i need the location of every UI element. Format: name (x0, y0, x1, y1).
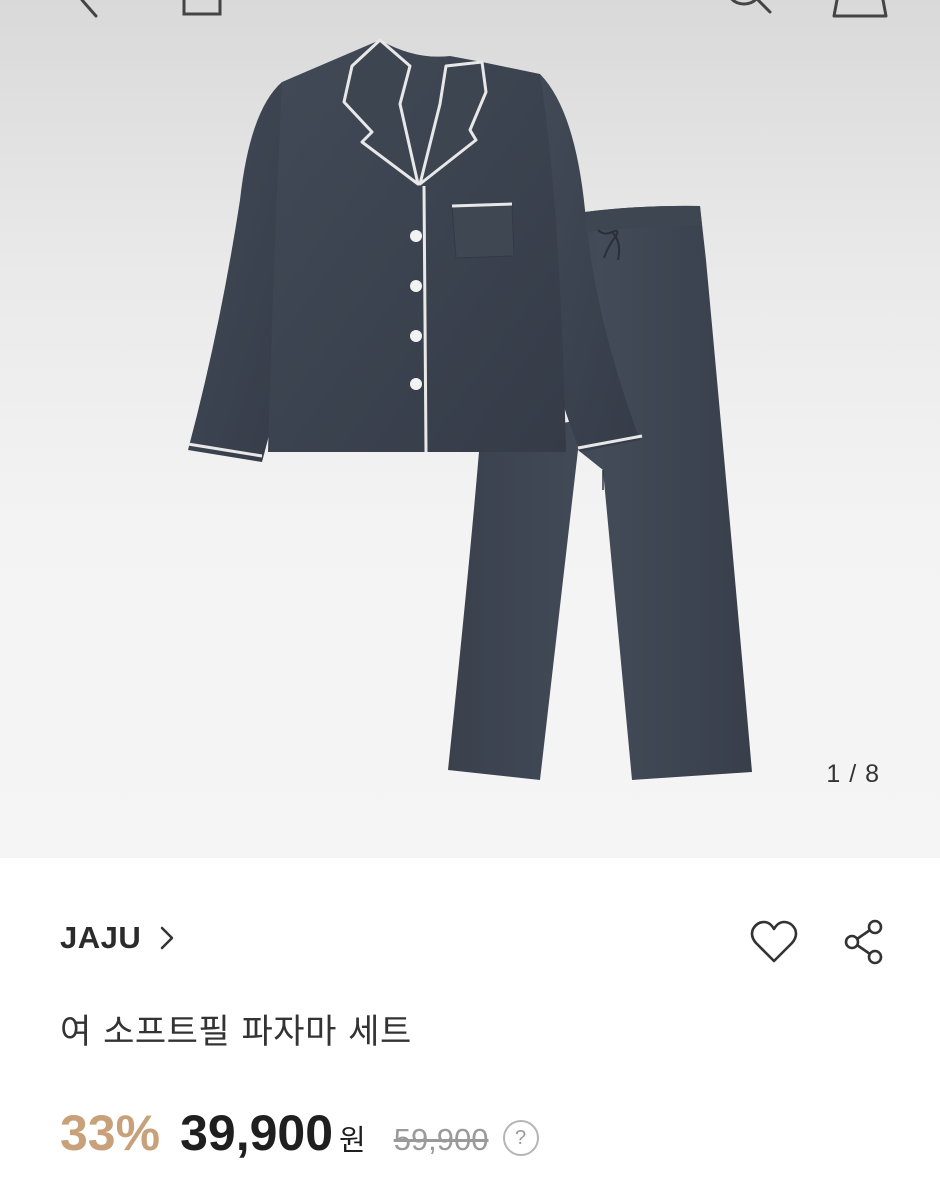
brand-name: JAJU (60, 920, 142, 955)
original-price: 59,900 (393, 1122, 489, 1157)
currency-label: 원 (339, 1123, 366, 1157)
product-title: 여 소프트필 파자마 세트 (60, 1012, 412, 1052)
heart-icon[interactable] (748, 916, 800, 968)
chevron-right-icon (159, 925, 175, 951)
help-icon[interactable]: ? (502, 1120, 539, 1156)
product-image-gallery[interactable]: 1 / 8 (0, 0, 940, 858)
price-row: 33% 39,900 원 59,900 ? (60, 1104, 539, 1164)
share-icon[interactable] (838, 916, 890, 968)
discount-rate: 33% (60, 1105, 161, 1161)
product-detail-page: 1 / 8 JAJU 여 소프트필 파자마 세트 33% 39,900 원 59… (0, 0, 940, 1200)
sale-price: 39,900 (180, 1105, 334, 1161)
pajama-shirt (187, 38, 643, 462)
product-info: JAJU 여 소프트필 파자마 세트 33% 39,900 원 59,900 ? (0, 858, 940, 1200)
brand-link[interactable]: JAJU (60, 916, 175, 960)
pajama-set-image (187, 38, 752, 780)
image-counter: 1 / 8 (826, 760, 880, 788)
